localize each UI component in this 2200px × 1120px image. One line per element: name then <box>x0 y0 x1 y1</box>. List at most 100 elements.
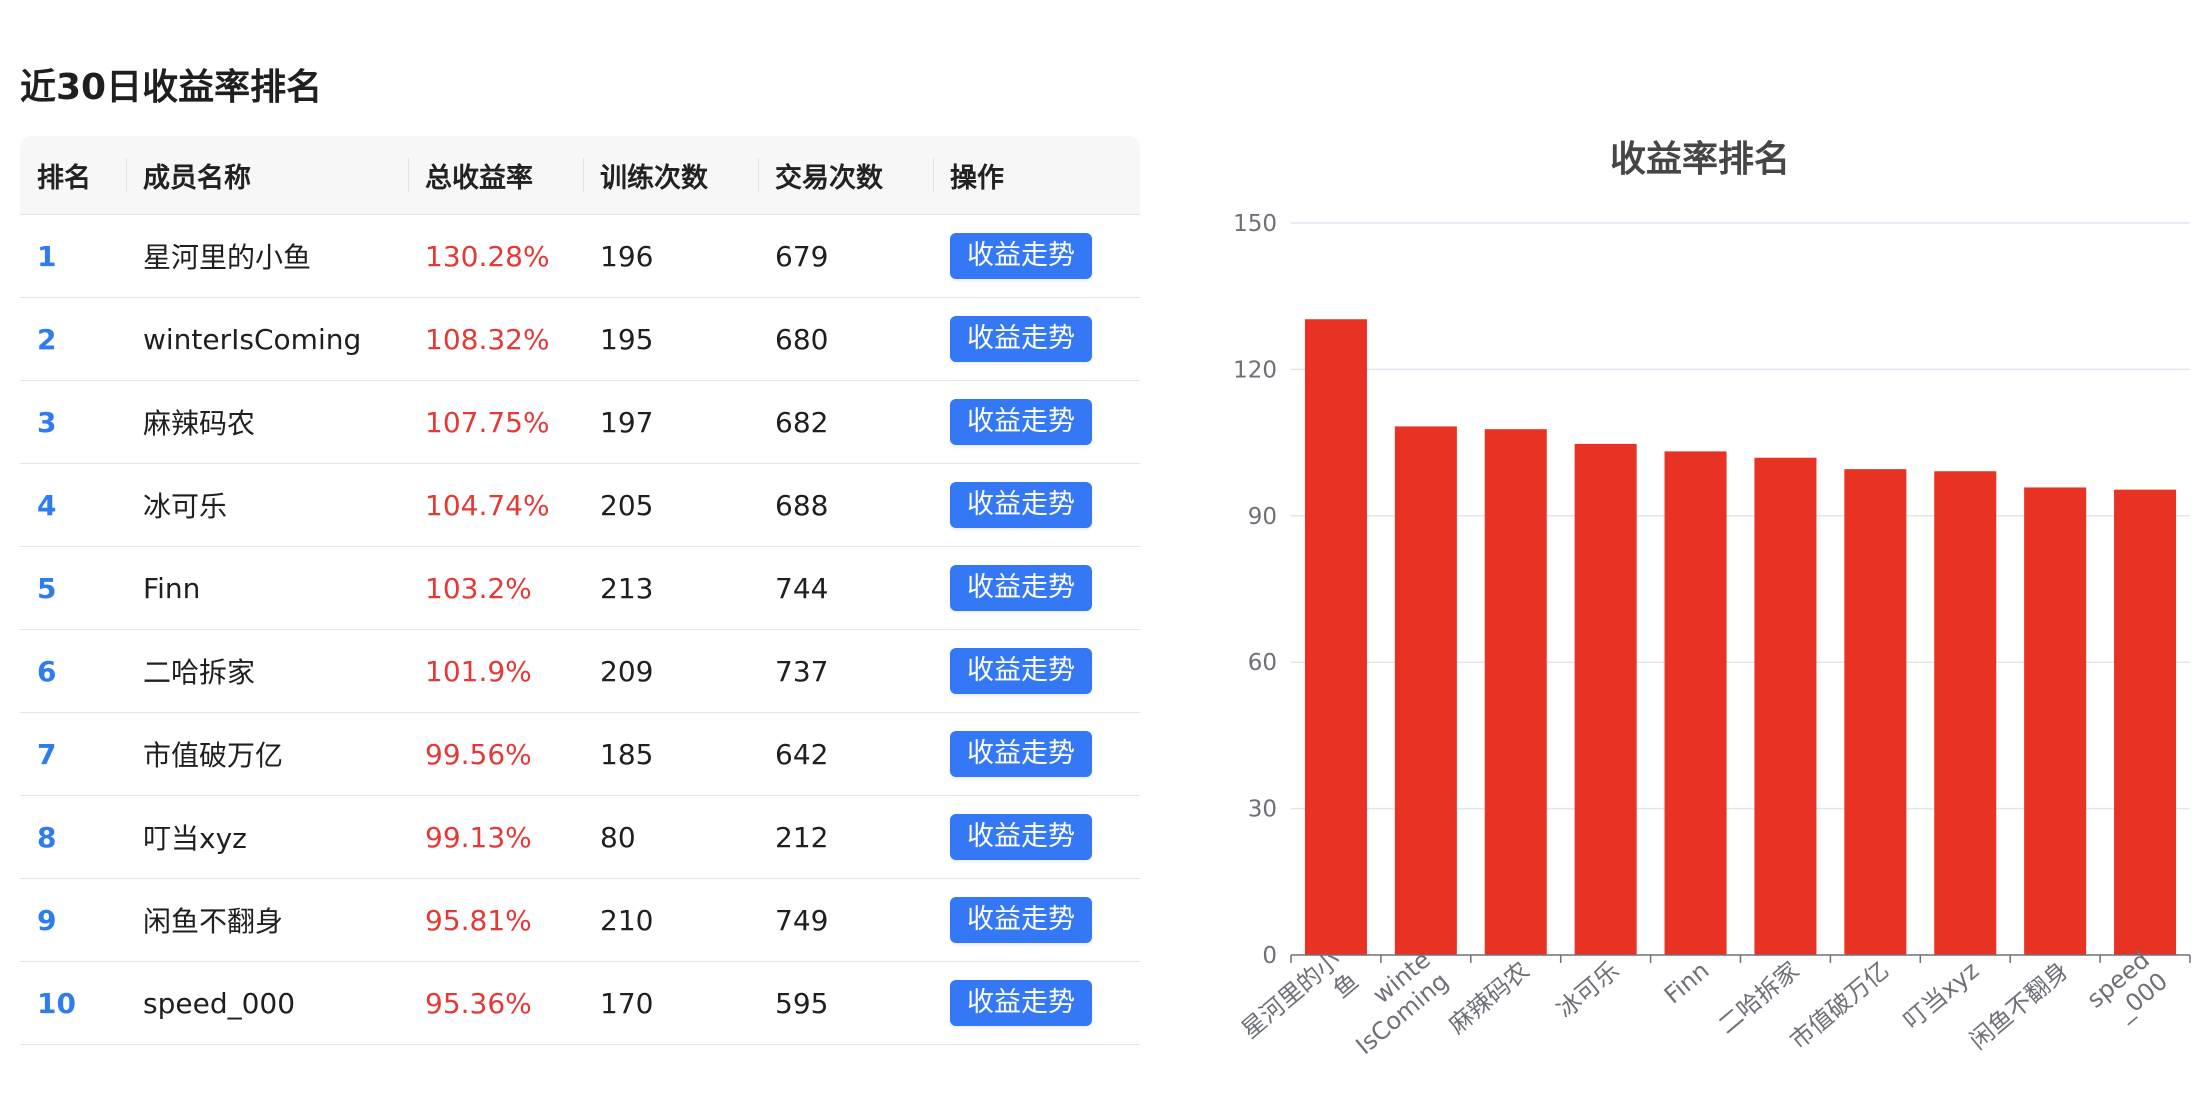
rank-cell: 3 <box>20 380 126 464</box>
train-count-cell: 80 <box>583 795 758 879</box>
return-trend-button[interactable]: 收益走势 <box>950 565 1092 611</box>
action-cell: 收益走势 <box>933 629 1140 713</box>
return-rank-chart: 收益率排名 0 30 60 90 120 150 星河里的小鱼 winteIsComing 麻辣… <box>1200 120 2200 1060</box>
return-trend-button[interactable]: 收益走势 <box>950 316 1092 362</box>
action-cell: 收益走势 <box>933 297 1140 381</box>
bar <box>1664 451 1727 955</box>
return-trend-button[interactable]: 收益走势 <box>950 980 1092 1026</box>
header-total-return: 总收益率 <box>408 136 583 215</box>
train-count-cell: 205 <box>583 463 758 547</box>
trade-count-cell: 680 <box>758 297 933 381</box>
bar <box>1844 469 1907 955</box>
x-category-label: 闲鱼不翻身 <box>1964 956 2074 1055</box>
total-return-cell: 108.32% <box>408 297 583 381</box>
y-tick-label: 0 <box>1262 943 1277 969</box>
member-name-cell: 市值破万亿 <box>126 712 408 796</box>
train-count-cell: 196 <box>583 214 758 298</box>
ranking-table-container: 排名 成员名称 总收益率 训练次数 交易次数 操作 1 星河里的小鱼 130.2… <box>20 136 1140 1045</box>
train-count-cell: 210 <box>583 878 758 962</box>
action-cell: 收益走势 <box>933 463 1140 547</box>
member-name-cell: 闲鱼不翻身 <box>126 878 408 962</box>
x-category-label-line: 冰可乐 <box>1551 956 1624 1024</box>
total-return-cell: 101.9% <box>408 629 583 713</box>
train-count-cell: 195 <box>583 297 758 381</box>
bar <box>2024 487 2087 955</box>
header-trade-count: 交易次数 <box>758 136 933 215</box>
x-category-label: 麻辣码农 <box>1443 956 1535 1039</box>
rank-cell: 5 <box>20 546 126 630</box>
header-rank: 排名 <box>20 136 126 215</box>
return-trend-button[interactable]: 收益走势 <box>950 482 1092 528</box>
member-name-cell: Finn <box>126 546 408 630</box>
table-header-row: 排名 成员名称 总收益率 训练次数 交易次数 操作 <box>20 136 1140 215</box>
train-count-cell: 213 <box>583 546 758 630</box>
x-category-label-line: 麻辣码农 <box>1443 956 1535 1039</box>
table-row: 6 二哈拆家 101.9% 209 737 收益走势 <box>20 629 1140 713</box>
x-category-label: 星河里的小鱼 <box>1236 946 1364 1060</box>
bar <box>1394 426 1457 955</box>
rank-cell: 4 <box>20 463 126 547</box>
rank-cell: 10 <box>20 961 126 1045</box>
trade-count-cell: 749 <box>758 878 933 962</box>
return-trend-button[interactable]: 收益走势 <box>950 814 1092 860</box>
total-return-cell: 107.75% <box>408 380 583 464</box>
train-count-cell: 185 <box>583 712 758 796</box>
table-row: 4 冰可乐 104.74% 205 688 收益走势 <box>20 463 1140 547</box>
return-trend-button[interactable]: 收益走势 <box>950 233 1092 279</box>
bar <box>2114 489 2177 955</box>
trade-count-cell: 688 <box>758 463 933 547</box>
total-return-cell: 99.13% <box>408 795 583 879</box>
table-row: 9 闲鱼不翻身 95.81% 210 749 收益走势 <box>20 878 1140 962</box>
y-tick-label: 60 <box>1248 650 1277 676</box>
x-category-label-line: 市值破万亿 <box>1784 956 1894 1055</box>
action-cell: 收益走势 <box>933 795 1140 879</box>
rank-cell: 9 <box>20 878 126 962</box>
bar <box>1304 319 1367 955</box>
action-cell: 收益走势 <box>933 878 1140 962</box>
header-member-name: 成员名称 <box>126 136 408 215</box>
bar <box>1574 443 1637 955</box>
return-trend-button[interactable]: 收益走势 <box>950 731 1092 777</box>
member-name-cell: 麻辣码农 <box>126 380 408 464</box>
bar-chart-svg: 0 30 60 90 120 150 星河里的小鱼 winteIsComing麻辣码农 冰可乐 F… <box>1233 211 2191 1060</box>
header-train-count: 训练次数 <box>583 136 758 215</box>
table-row: 2 winterIsComing 108.32% 195 680 收益走势 <box>20 297 1140 381</box>
rank-cell: 1 <box>20 214 126 298</box>
table-row: 8 叮当xyz 99.13% 80 212 收益走势 <box>20 795 1140 879</box>
return-trend-button[interactable]: 收益走势 <box>950 648 1092 694</box>
rank-cell: 8 <box>20 795 126 879</box>
action-cell: 收益走势 <box>933 546 1140 630</box>
table-row: 7 市值破万亿 99.56% 185 642 收益走势 <box>20 712 1140 796</box>
trade-count-cell: 595 <box>758 961 933 1045</box>
bar <box>1934 471 1997 955</box>
x-category-label: winteIsComing <box>1332 946 1453 1060</box>
y-tick-label: 30 <box>1248 797 1277 823</box>
return-trend-button[interactable]: 收益走势 <box>950 897 1092 943</box>
rank-cell: 2 <box>20 297 126 381</box>
bar <box>1484 429 1547 955</box>
x-category-label: 冰可乐 <box>1551 956 1624 1024</box>
table-row: 5 Finn 103.2% 213 744 收益走势 <box>20 546 1140 630</box>
member-name-cell: 冰可乐 <box>126 463 408 547</box>
member-name-cell: 二哈拆家 <box>126 629 408 713</box>
trade-count-cell: 642 <box>758 712 933 796</box>
train-count-cell: 170 <box>583 961 758 1045</box>
trade-count-cell: 679 <box>758 214 933 298</box>
member-name-cell: 星河里的小鱼 <box>126 214 408 298</box>
total-return-cell: 103.2% <box>408 546 583 630</box>
action-cell: 收益走势 <box>933 380 1140 464</box>
trade-count-cell: 744 <box>758 546 933 630</box>
x-category-label: 市值破万亿 <box>1784 956 1894 1055</box>
table-row: 10 speed_000 95.36% 170 595 收益走势 <box>20 961 1140 1045</box>
page-title: 近30日收益率排名 <box>20 67 323 108</box>
ranking-table: 排名 成员名称 总收益率 训练次数 交易次数 操作 1 星河里的小鱼 130.2… <box>20 136 1140 1045</box>
trade-count-cell: 682 <box>758 380 933 464</box>
return-trend-button[interactable]: 收益走势 <box>950 399 1092 445</box>
y-tick-label: 150 <box>1233 211 1277 237</box>
action-cell: 收益走势 <box>933 214 1140 298</box>
total-return-cell: 104.74% <box>408 463 583 547</box>
total-return-cell: 130.28% <box>408 214 583 298</box>
bar <box>1754 457 1817 955</box>
rank-cell: 7 <box>20 712 126 796</box>
rank-cell: 6 <box>20 629 126 713</box>
